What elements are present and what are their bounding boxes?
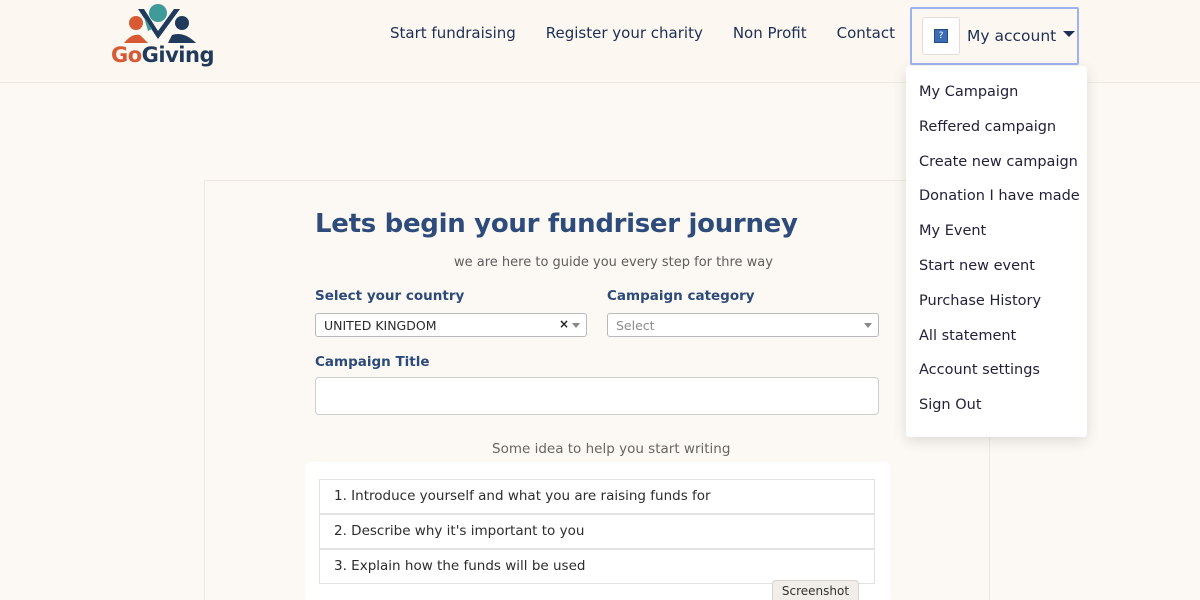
menu-item-my-campaign[interactable]: My Campaign <box>906 84 1087 119</box>
menu-item-create-campaign[interactable]: Create new campaign <box>906 154 1087 189</box>
screenshot-tab[interactable]: Screenshot <box>772 580 859 600</box>
page-subtitle: we are here to guide you every step for … <box>454 255 773 270</box>
nav-non-profit[interactable]: Non Profit <box>733 24 807 42</box>
my-account-button[interactable]: ? My account <box>910 7 1079 65</box>
my-account-label: My account <box>967 27 1057 45</box>
clear-selection-icon[interactable]: × <box>559 317 569 331</box>
campaign-title-input[interactable] <box>315 377 879 415</box>
menu-item-all-statement[interactable]: All statement <box>906 328 1087 363</box>
avatar: ? <box>922 17 960 55</box>
logo-figures-icon <box>124 4 196 43</box>
category-placeholder: Select <box>616 317 655 333</box>
chevron-down-icon <box>864 323 872 328</box>
menu-item-sign-out[interactable]: Sign Out <box>906 397 1087 432</box>
gogiving-logo[interactable]: GoGiving <box>108 3 218 71</box>
writing-ideas-header: Some idea to help you start writing <box>492 441 731 457</box>
nav-start-fundraising[interactable]: Start fundraising <box>390 24 516 42</box>
country-select[interactable]: UNITED KINGDOM × <box>315 313 587 337</box>
nav-contact[interactable]: Contact <box>837 24 895 42</box>
main-nav: Start fundraising Register your charity … <box>390 24 925 42</box>
country-label: Select your country <box>315 288 465 304</box>
menu-item-donations-made[interactable]: Donation I have made <box>906 188 1087 223</box>
account-dropdown-menu: My Campaign Reffered campaign Create new… <box>906 66 1087 437</box>
list-item: 3. Explain how the funds will be used <box>319 549 875 584</box>
menu-item-my-event[interactable]: My Event <box>906 223 1087 258</box>
country-value: UNITED KINGDOM <box>324 317 437 333</box>
logo-wordmark: GoGiving <box>111 43 214 67</box>
campaign-title-label: Campaign Title <box>315 354 430 370</box>
menu-item-purchase-history[interactable]: Purchase History <box>906 293 1087 328</box>
nav-register-charity[interactable]: Register your charity <box>546 24 703 42</box>
menu-item-start-new-event[interactable]: Start new event <box>906 258 1087 293</box>
broken-image-icon: ? <box>934 29 948 43</box>
campaign-category-select[interactable]: Select <box>607 313 879 337</box>
list-item: 1. Introduce yourself and what you are r… <box>319 479 875 514</box>
menu-item-account-settings[interactable]: Account settings <box>906 362 1087 397</box>
campaign-category-label: Campaign category <box>607 288 755 304</box>
menu-item-reffered-campaign[interactable]: Reffered campaign <box>906 119 1087 154</box>
chevron-down-icon <box>572 323 580 328</box>
caret-down-icon <box>1063 31 1076 37</box>
page-title: Lets begin your fundriser journey <box>315 209 798 239</box>
list-item: 2. Describe why it's important to you <box>319 514 875 549</box>
